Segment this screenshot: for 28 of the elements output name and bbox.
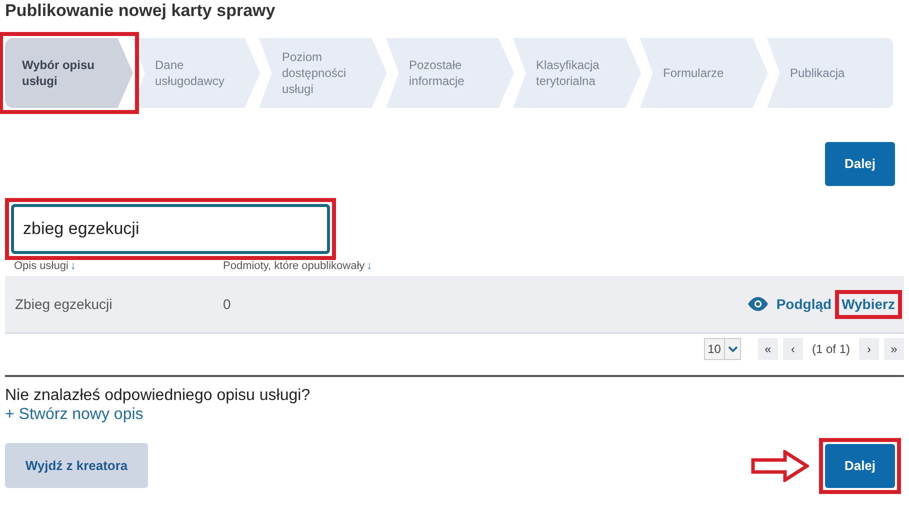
select-button[interactable]: Wybierz [838,294,898,314]
wizard-step[interactable]: Klasyfikacja terytorialna [513,38,641,108]
prompt-text: Nie znalazłeś odpowiedniego opisu usługi? [5,387,312,404]
page-status: (1 of 1) [812,341,850,358]
next-button[interactable]: Dalej [825,142,895,186]
table-cell-text: 0 [223,294,232,314]
previous-page-button[interactable]: ‹ [782,338,803,360]
create-link[interactable]: + Stwórz nowy opis [5,406,144,423]
first-page-button[interactable]: « [758,338,778,360]
page-title: Publikowanie nowej karty sprawy [5,0,276,22]
eye-icon [747,297,770,311]
column-header[interactable]: Podmioty, które opublikowały ↓ [223,258,372,274]
table-cell-text: Zbieg egzekucji [14,294,114,314]
preview-button[interactable]: Podgląd [744,294,835,314]
wizard-step[interactable]: Formularze [640,38,768,108]
page-size-select[interactable]: 10 [704,338,741,360]
last-page-button[interactable]: » [884,338,904,360]
wizard-step[interactable]: Publikacja [767,38,893,108]
wizard-step[interactable]: Wybór opisu usługi [5,38,133,108]
search-field[interactable]: zbieg egzekucji [11,204,330,254]
wizard-step[interactable]: Dane usługodawcy [132,38,260,108]
wizard-step[interactable]: Pozostałe informacje [386,38,514,108]
wizard-step[interactable]: Poziom dostępności usługi [259,38,387,108]
exit-button[interactable]: Wyjdź z kreatora [5,443,148,488]
column-header[interactable]: Opis usługi ↓ [5,258,223,274]
caret-icon [724,339,740,359]
next-page-button[interactable]: › [859,338,879,360]
next-button[interactable]: Dalej [825,444,895,488]
